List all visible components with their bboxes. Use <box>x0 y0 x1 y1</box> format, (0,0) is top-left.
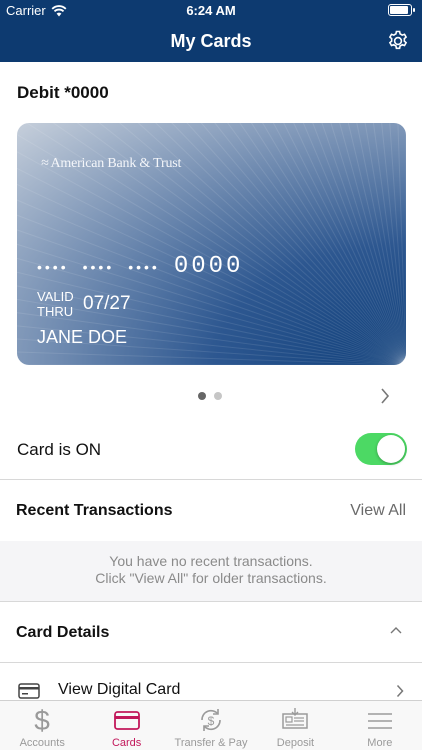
valid-thru-label: VALID THRU <box>37 289 74 319</box>
view-all-link[interactable]: View All <box>350 502 406 520</box>
card-on-toggle[interactable] <box>355 433 407 465</box>
tab-label: More <box>367 737 393 749</box>
card-status-row: Card is ON <box>0 425 422 479</box>
transfer-icon: $ <box>201 709 221 731</box>
thru-label: THRU <box>37 304 74 319</box>
check-deposit-icon <box>282 708 309 729</box>
recent-transactions-header: Recent Transactions View All <box>0 480 422 541</box>
card-holder-name: JANE DOE <box>37 327 128 347</box>
chevron-right-icon <box>396 684 404 698</box>
tab-more[interactable]: More <box>338 701 422 750</box>
credit-card-icon <box>18 683 40 699</box>
card-last-four: 0000 <box>173 253 244 280</box>
bank-name: American Bank & Trust <box>50 156 182 171</box>
chevron-up-icon[interactable] <box>390 626 402 634</box>
empty-transactions-message: You have no recent transactions. Click "… <box>0 541 422 601</box>
empty-message-line-1: You have no recent transactions. <box>109 553 313 569</box>
battery-icon <box>388 4 415 16</box>
card-pager[interactable] <box>198 392 222 400</box>
debit-card-image[interactable]: ≈ American Bank & Trust •••• •••• •••• 00… <box>17 123 406 365</box>
card-status-label: Card is ON <box>17 440 102 459</box>
tab-label: Transfer & Pay <box>174 737 248 749</box>
masked-group-3: •••• <box>128 258 160 275</box>
bank-logo: ≈ American Bank & Trust <box>41 156 182 171</box>
view-digital-card-label: View Digital Card <box>58 681 181 698</box>
status-time: 6:24 AM <box>186 3 236 18</box>
status-bar: Carrier 6:24 AM <box>0 0 422 22</box>
card-details-title: Card Details <box>16 624 110 641</box>
tab-transfer-pay[interactable]: $ Transfer & Pay <box>169 701 253 750</box>
tab-label: Accounts <box>19 737 65 749</box>
svg-text:$: $ <box>208 714 215 728</box>
card-icon <box>113 711 140 730</box>
card-expiry: 07/27 <box>83 293 131 314</box>
pager-dot-2[interactable] <box>214 392 222 400</box>
view-digital-card-row[interactable]: View Digital Card <box>0 663 422 701</box>
menu-icon <box>367 713 392 729</box>
chevron-right-icon[interactable] <box>380 387 390 405</box>
tab-label: Cards <box>111 737 142 749</box>
tab-deposit[interactable]: Deposit <box>253 701 337 750</box>
nav-header: Carrier 6:24 AM My Cards <box>0 0 422 62</box>
card-ray <box>17 351 406 365</box>
dollar-icon: $ <box>34 706 50 734</box>
card-details-header[interactable]: Card Details <box>0 602 422 662</box>
page-title: My Cards <box>170 31 252 51</box>
tab-cards[interactable]: Cards <box>84 701 168 750</box>
recent-transactions-title: Recent Transactions <box>16 502 173 519</box>
valid-label: VALID <box>37 289 74 304</box>
empty-message-line-2: Click "View All" for older transactions. <box>95 570 327 586</box>
pager-dot-1[interactable] <box>198 392 206 400</box>
tab-accounts[interactable]: $ Accounts <box>0 701 84 750</box>
masked-group-2: •••• <box>82 258 115 275</box>
gear-icon[interactable] <box>386 29 410 53</box>
tab-bar: $ Accounts Cards $ Transfer & Pay Deposi… <box>0 700 422 750</box>
tab-label: Deposit <box>276 737 315 749</box>
card-number: •••• •••• •••• 0000 <box>37 253 243 280</box>
card-name-label: Debit *0000 <box>17 83 109 102</box>
masked-group-1: •••• <box>37 258 69 275</box>
svg-text:$: $ <box>34 706 50 734</box>
